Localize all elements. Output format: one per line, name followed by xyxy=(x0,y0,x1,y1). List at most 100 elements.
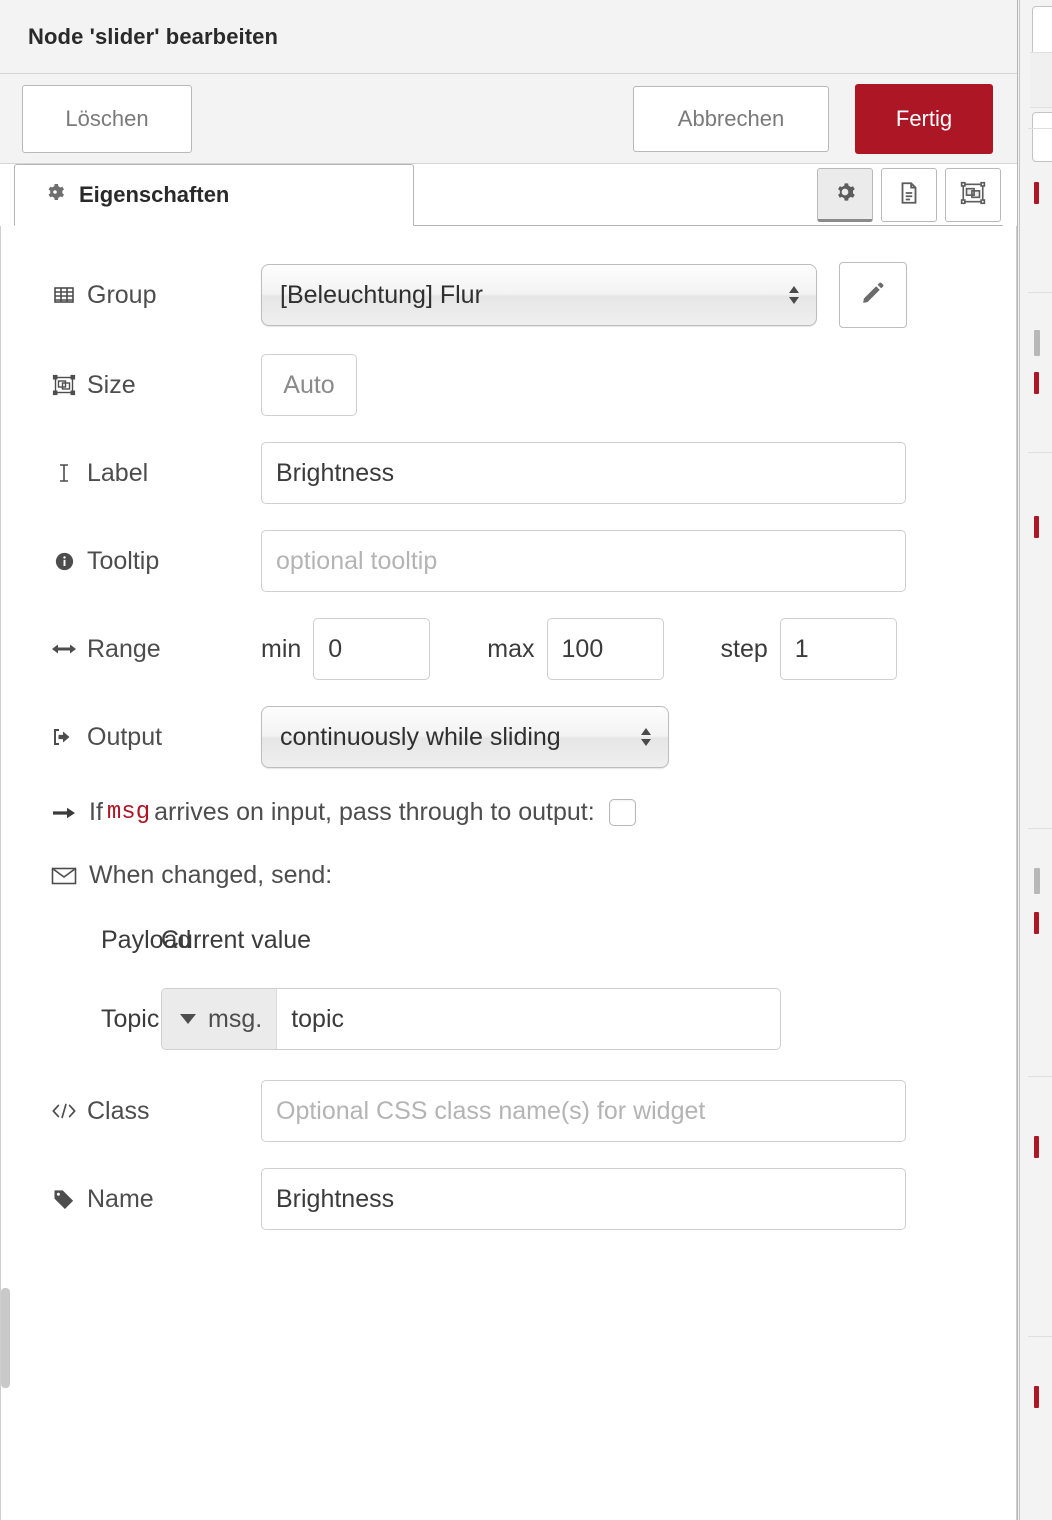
form-row-payload: Payload Current value xyxy=(1,920,1016,960)
form-row-range: Range min max step xyxy=(1,618,1016,680)
done-button[interactable]: Fertig xyxy=(855,83,993,154)
peek-node-marker-2 xyxy=(1034,330,1040,356)
range-min-label: min xyxy=(261,634,302,663)
peek-node-marker-6 xyxy=(1034,912,1039,934)
chevron-updown-icon xyxy=(638,725,654,749)
when-changed-label: When changed, send: xyxy=(89,861,333,889)
topic-label: Topic xyxy=(101,1004,160,1033)
dialog-titlebar: Node 'slider' bearbeiten xyxy=(0,0,1017,74)
peek-divider-6 xyxy=(1028,1336,1052,1337)
tab-tool-buttons xyxy=(817,168,1001,222)
output-label-text: Output xyxy=(87,722,163,751)
gear-icon xyxy=(832,179,858,210)
tab-properties-label: Eigenschaften xyxy=(79,182,230,207)
sign-out-icon xyxy=(51,726,77,748)
dialog-scrollbar-left[interactable] xyxy=(1,1288,10,1388)
label-label-text: Label xyxy=(87,458,149,487)
form-row-tooltip: Tooltip xyxy=(1,530,1016,592)
peek-node-marker-1 xyxy=(1034,182,1039,204)
name-label: Name xyxy=(51,1185,261,1214)
passthrough-code: msg xyxy=(106,799,151,826)
description-tool-button[interactable] xyxy=(881,168,937,222)
class-label: Class xyxy=(51,1097,261,1126)
output-select[interactable]: continuously while sliding xyxy=(261,706,669,768)
tooltip-label: Tooltip xyxy=(51,547,261,576)
envelope-icon xyxy=(51,866,77,886)
form-row-group: Group [Beleuchtung] Flur xyxy=(1,262,1016,328)
group-label: Group xyxy=(51,281,261,310)
range-min-input[interactable] xyxy=(313,618,431,680)
peek-divider-2 xyxy=(1028,292,1052,293)
peek-node-marker-7 xyxy=(1034,1136,1039,1158)
passthrough-checkbox[interactable] xyxy=(608,799,636,826)
tooltip-label-text: Tooltip xyxy=(87,546,160,575)
size-label: Size xyxy=(51,371,261,400)
properties-tool-button[interactable] xyxy=(817,168,873,222)
payload-value: Current value xyxy=(161,925,312,954)
object-group-icon xyxy=(960,180,986,211)
tooltip-input[interactable] xyxy=(261,530,906,592)
object-group-icon xyxy=(51,373,77,397)
properties-form: Group [Beleuchtung] Flur Size Auto Label… xyxy=(0,226,1017,1520)
range-step-input[interactable] xyxy=(779,618,897,680)
form-row-output: Output continuously while sliding xyxy=(1,706,1016,768)
size-button[interactable]: Auto xyxy=(261,354,357,416)
topic-type-label: msg. xyxy=(208,1004,263,1033)
label-input[interactable] xyxy=(261,442,906,504)
form-row-topic: Topic msg. xyxy=(1,988,1016,1050)
chevron-down-icon xyxy=(180,1014,196,1024)
tag-icon xyxy=(51,1187,77,1211)
info-circle-icon xyxy=(51,550,77,573)
peek-node-marker-4 xyxy=(1034,516,1039,538)
range-max-input[interactable] xyxy=(546,618,664,680)
topic-type-selector[interactable]: msg. xyxy=(162,989,278,1049)
peek-node-marker-3 xyxy=(1034,372,1039,394)
delete-button[interactable]: Löschen xyxy=(22,84,192,153)
name-input[interactable] xyxy=(261,1168,906,1230)
range-fields: min max step xyxy=(261,618,897,680)
group-edit-button[interactable] xyxy=(839,262,907,328)
range-step-label: step xyxy=(720,634,768,663)
label-label: Label xyxy=(51,459,261,488)
range-label-text: Range xyxy=(87,634,161,663)
form-row-when-changed: When changed, send: xyxy=(1,861,1016,890)
class-input[interactable] xyxy=(261,1080,906,1142)
peek-divider-1 xyxy=(1028,128,1052,129)
peek-divider-3 xyxy=(1028,452,1052,453)
group-label-text: Group xyxy=(87,280,157,309)
tab-strip: Eigenschaften xyxy=(0,164,1017,226)
name-label-text: Name xyxy=(87,1184,154,1213)
peek-block-1 xyxy=(1030,52,1052,108)
tab-properties[interactable]: Eigenschaften xyxy=(14,164,414,226)
topic-typed-input[interactable]: msg. xyxy=(161,988,781,1050)
range-max-label: max xyxy=(487,634,535,663)
appearance-tool-button[interactable] xyxy=(945,168,1001,222)
form-row-passthrough: If msg arrives on input, pass through to… xyxy=(1,798,1016,827)
arrow-right-icon xyxy=(51,803,77,823)
peek-card-2 xyxy=(1032,112,1052,162)
peek-divider-4 xyxy=(1028,828,1052,829)
class-label-text: Class xyxy=(87,1096,150,1125)
passthrough-text-after: arrives on input, pass through to output… xyxy=(154,798,595,826)
text-cursor-icon xyxy=(51,461,77,485)
code-icon xyxy=(51,1101,77,1121)
peek-divider-5 xyxy=(1028,1076,1052,1077)
dialog-title: Node 'slider' bearbeiten xyxy=(28,23,279,49)
chevron-updown-icon xyxy=(786,283,802,307)
form-row-size: Size Auto xyxy=(1,354,1016,416)
range-label: Range xyxy=(51,635,261,664)
group-select-value: [Beleuchtung] Flur xyxy=(280,280,483,309)
screen: Node 'slider' bearbeiten Löschen Abbrech… xyxy=(0,0,1052,1520)
size-label-text: Size xyxy=(87,370,136,399)
table-icon xyxy=(51,283,77,307)
form-row-label: Label xyxy=(1,442,1016,504)
arrows-h-icon xyxy=(51,639,77,659)
cancel-button[interactable]: Abbrechen xyxy=(633,85,829,152)
topic-input[interactable] xyxy=(277,989,780,1049)
pencil-icon xyxy=(860,280,886,311)
peek-node-marker-8 xyxy=(1034,1386,1039,1408)
payload-label: Payload xyxy=(101,925,192,954)
group-select[interactable]: [Beleuchtung] Flur xyxy=(261,264,817,326)
output-select-value: continuously while sliding xyxy=(280,722,561,751)
output-label: Output xyxy=(51,723,261,752)
